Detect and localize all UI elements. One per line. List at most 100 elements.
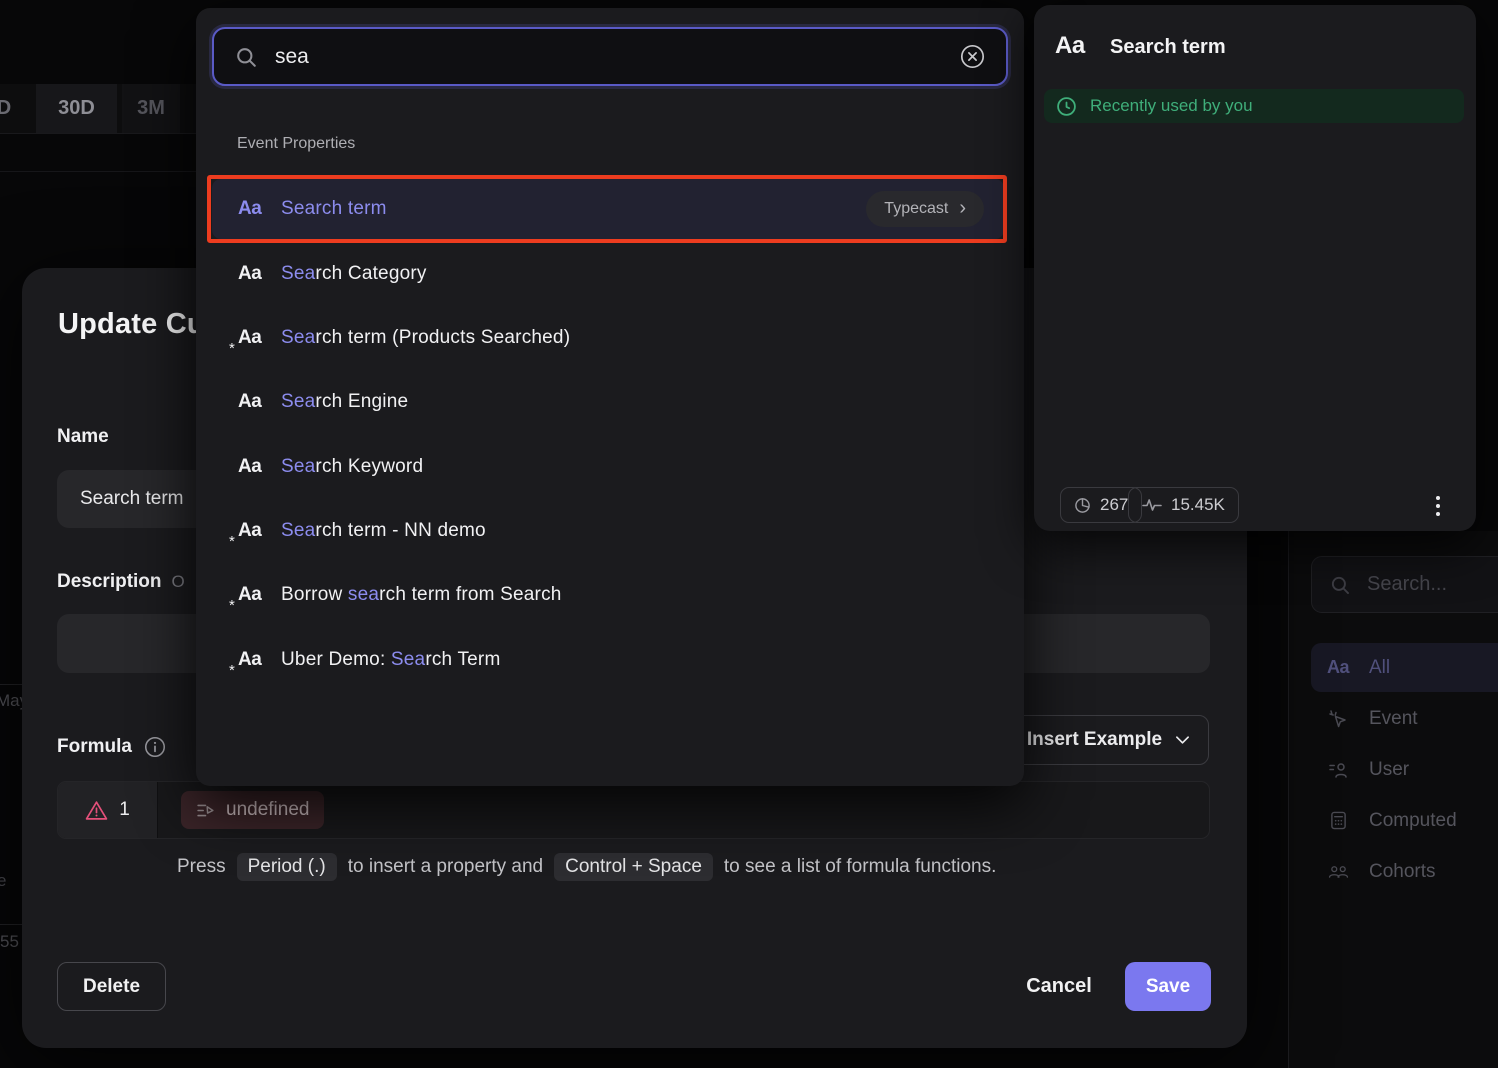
description-label-text: Description [57, 571, 162, 593]
clear-search-icon[interactable] [959, 43, 986, 70]
sidebar-item-label: User [1369, 759, 1409, 781]
cancel-button[interactable]: Cancel [1009, 962, 1109, 1011]
delete-button[interactable]: Delete [57, 962, 166, 1011]
more-options-icon[interactable] [1432, 492, 1444, 520]
typecast-button[interactable]: Typecast › [866, 191, 984, 227]
user-icon [1326, 761, 1350, 779]
typecast-label: Typecast [884, 200, 948, 218]
volume-value: 15.45K [1171, 495, 1225, 515]
chart-axis-label-fragment: e [0, 871, 6, 891]
aa-glyph: Aa [238, 456, 261, 477]
info-icon[interactable] [144, 736, 166, 758]
chevron-down-icon [1175, 735, 1190, 745]
property-search-field[interactable] [212, 27, 1008, 86]
recently-used-label: Recently used by you [1090, 96, 1253, 116]
search-icon [234, 45, 258, 69]
custom-property-star: * [229, 597, 234, 614]
property-row-search-term[interactable]: Aa Search term Typecast › [212, 179, 1004, 239]
modal-title: Update Cu [58, 308, 205, 341]
sidebar-item-user[interactable]: User [1311, 745, 1498, 794]
description-optional-fragment: O [172, 572, 185, 592]
property-name: Search Category [281, 263, 427, 285]
event-cursor-icon [1326, 709, 1350, 729]
time-range-strip: D 30D 3M [0, 84, 196, 133]
pie-chart-icon [1074, 497, 1091, 514]
property-name: Borrow search term from Search [281, 584, 562, 606]
text-type-icon: Aa [1326, 657, 1350, 678]
undefined-token[interactable]: undefined [181, 791, 324, 829]
property-name: Search term (Products Searched) [281, 327, 570, 349]
warning-icon [85, 800, 108, 821]
custom-property-star: * [229, 533, 234, 550]
app-screen: D 30D 3M May e 55 Aa All Event [0, 0, 1498, 1068]
sidebar-item-cohorts[interactable]: Cohorts [1311, 847, 1498, 896]
sidebar-item-label: Cohorts [1369, 861, 1436, 883]
sidebar-item-computed[interactable]: Computed [1311, 796, 1498, 845]
property-type-sidebar: Aa All Event User Computed Cohorts [1288, 531, 1498, 1068]
volume-stat-pill[interactable]: 15.45K [1128, 487, 1239, 523]
chart-gridline [0, 684, 22, 685]
property-row-search-keyword[interactable]: Aa Search Keyword [212, 437, 1004, 497]
formula-hint: Press Period (.) to insert a property an… [177, 853, 996, 881]
section-header-event-properties: Event Properties [237, 135, 355, 153]
save-button[interactable]: Save [1125, 962, 1211, 1011]
custom-text-property-icon: Aa* [238, 584, 268, 606]
property-row-borrow-search-term[interactable]: Aa* Borrow search term from Search [212, 565, 1004, 625]
hint-text: Press [177, 856, 226, 878]
custom-text-property-icon: Aa* [238, 649, 268, 671]
divider [0, 133, 196, 134]
property-row-search-term-nn-demo[interactable]: Aa* Search term - NN demo [212, 501, 1004, 561]
control-space-key-chip: Control + Space [554, 853, 713, 881]
formula-label-text: Formula [57, 736, 132, 758]
calculator-icon [1326, 811, 1350, 830]
description-label: Description O [57, 571, 185, 593]
custom-property-star: * [229, 662, 234, 679]
time-range-7d-button[interactable]: D [0, 84, 32, 133]
formula-error-counter: 1 [58, 782, 158, 838]
property-search-input[interactable] [275, 45, 942, 69]
text-property-icon: Aa [238, 391, 268, 413]
cohorts-icon [1326, 864, 1350, 879]
function-cursor-icon [196, 802, 215, 819]
divider [0, 171, 196, 172]
property-row-uber-demo-search-term[interactable]: Aa* Uber Demo: Search Term [212, 630, 1004, 690]
chart-gridline [0, 924, 22, 925]
property-row-search-term-products[interactable]: Aa* Search term (Products Searched) [212, 308, 1004, 368]
search-icon [1329, 574, 1351, 596]
recently-used-badge: Recently used by you [1044, 89, 1464, 123]
hint-text: to see a list of formula functions. [724, 856, 996, 878]
formula-label: Formula [57, 736, 166, 758]
property-row-search-engine[interactable]: Aa Search Engine [212, 372, 1004, 432]
aa-glyph: Aa [238, 198, 261, 219]
property-details-title: Search term [1110, 36, 1226, 59]
text-property-icon: Aa [238, 456, 268, 478]
property-name: Search Keyword [281, 456, 423, 478]
property-name: Uber Demo: Search Term [281, 649, 500, 671]
error-count: 1 [119, 799, 130, 821]
property-row-search-category[interactable]: Aa Search Category [212, 244, 1004, 304]
time-range-3m-button[interactable]: 3M [122, 84, 180, 133]
property-name: Search term - NN demo [281, 520, 486, 542]
sidebar-item-all[interactable]: Aa All [1311, 643, 1498, 692]
period-key-chip: Period (.) [237, 853, 337, 881]
aa-glyph: Aa [238, 391, 261, 412]
sidebar-item-event[interactable]: Event [1311, 694, 1498, 743]
undefined-token-label: undefined [226, 799, 309, 821]
aa-glyph: Aa [238, 520, 261, 541]
property-details-panel: Aa Search term Recently used by you 267 … [1034, 5, 1476, 531]
sidebar-item-label: All [1369, 657, 1390, 679]
insert-example-button[interactable]: Insert Example [1008, 715, 1209, 765]
formula-editor[interactable]: 1 undefined [57, 781, 1210, 839]
aa-glyph: Aa [238, 649, 261, 670]
property-search-dropdown: Event Properties Aa Search term Typecast… [196, 8, 1024, 786]
property-name: Search term [281, 198, 387, 220]
chart-axis-tick: 55 [0, 932, 19, 952]
sidebar-search-field[interactable] [1311, 556, 1498, 613]
sidebar-item-label: Event [1369, 708, 1418, 730]
custom-text-property-icon: Aa* [238, 520, 268, 542]
time-range-30d-button[interactable]: 30D [36, 84, 117, 133]
sidebar-search-input[interactable] [1367, 573, 1498, 596]
sidebar-item-label: Computed [1369, 810, 1457, 832]
aa-glyph: Aa [238, 327, 261, 348]
insert-example-label: Insert Example [1027, 729, 1162, 751]
